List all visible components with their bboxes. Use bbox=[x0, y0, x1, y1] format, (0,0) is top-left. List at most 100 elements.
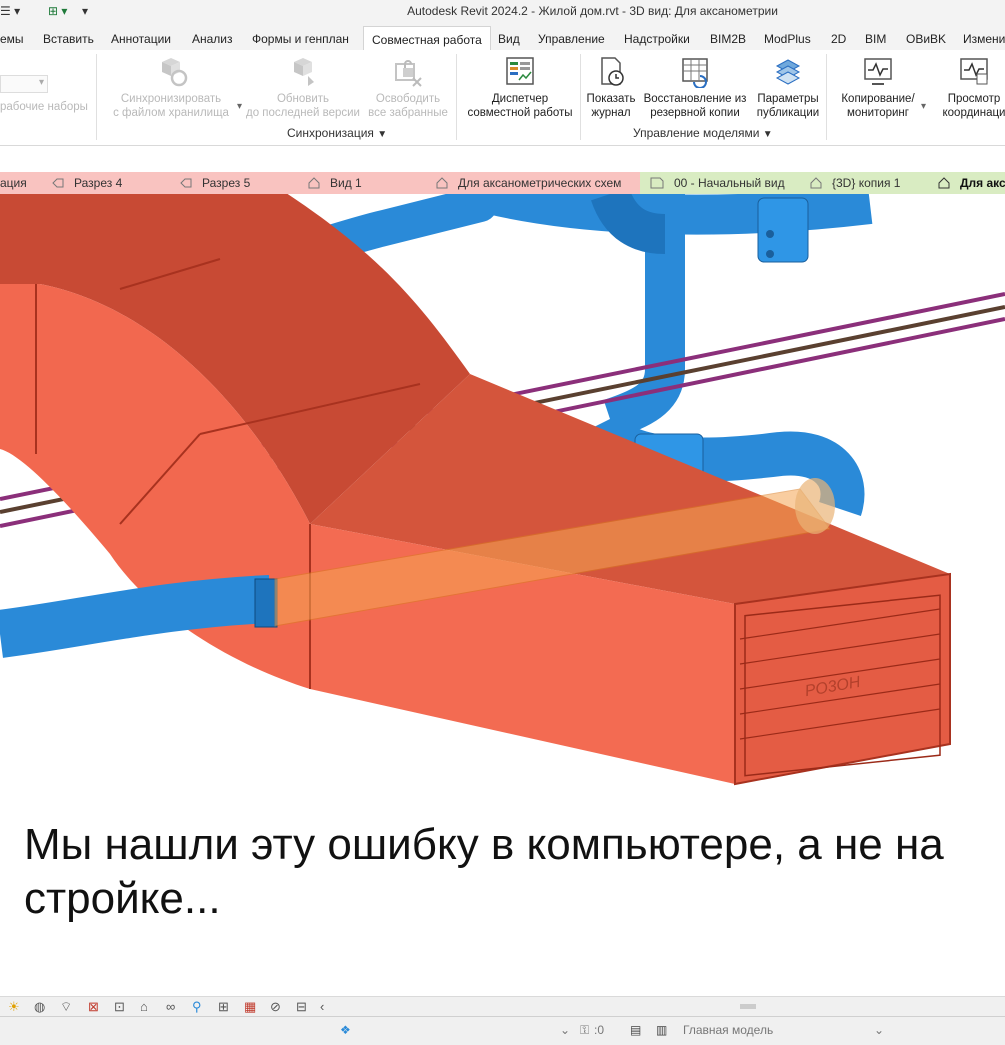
tab-insert[interactable]: Вставить bbox=[43, 32, 94, 46]
shadows-icon[interactable]: ◍ bbox=[34, 999, 45, 1015]
ribbon-panel: ▾ рабочие наборы Синхронизировать с файл… bbox=[0, 50, 1005, 146]
tab-manage[interactable]: Управление bbox=[538, 32, 605, 46]
grid-icon[interactable]: ▦ bbox=[244, 999, 256, 1015]
publish-settings-button[interactable]: Параметры публикации bbox=[752, 56, 824, 120]
lock-icon bbox=[391, 56, 425, 88]
constraints-icon[interactable]: ⊟ bbox=[296, 999, 307, 1015]
tab-view[interactable]: Вид bbox=[498, 32, 520, 46]
view-tab-label: ация bbox=[0, 176, 27, 190]
title-bar: ☰ ▾ ⊞ ▾ ▾ Autodesk Revit 2024.2 - Жилой … bbox=[0, 0, 1005, 26]
tab-annotate[interactable]: Аннотации bbox=[111, 32, 171, 46]
selection-count: :0 bbox=[594, 1023, 604, 1037]
coordination-review-button[interactable]: Просмотр координаци bbox=[934, 56, 1005, 120]
clamp-bolt bbox=[766, 250, 774, 258]
panel-divider bbox=[826, 54, 827, 140]
tab-massing-site[interactable]: Формы и генплан bbox=[252, 32, 349, 46]
chevron-down-icon[interactable]: ⌄ bbox=[560, 1023, 570, 1037]
scroll-left-icon[interactable]: ‹ bbox=[320, 999, 324, 1014]
sync-button-line2: с файлом хранилища bbox=[113, 107, 229, 119]
temp-hide-icon[interactable]: ⊡ bbox=[114, 999, 125, 1015]
tab-collaborate[interactable]: Совместная работа bbox=[363, 26, 491, 50]
table-icon[interactable]: ▤ bbox=[630, 1023, 641, 1037]
section-view-icon bbox=[52, 177, 64, 189]
panel-divider bbox=[96, 54, 97, 140]
tab-modplus[interactable]: ModPlus bbox=[764, 32, 811, 46]
restore-table-icon bbox=[678, 56, 712, 88]
chevron-down-icon[interactable]: ▾ bbox=[921, 100, 926, 114]
sheet-icon[interactable]: ▥ bbox=[656, 1023, 667, 1037]
sync-button-line1: Синхронизировать bbox=[121, 93, 221, 105]
view-tab-label: Разрез 5 bbox=[202, 176, 250, 190]
view-tab-partial[interactable]: ация bbox=[0, 172, 40, 194]
collab-manager-line2: совместной работы bbox=[468, 107, 573, 119]
glasses-icon[interactable]: ∞ bbox=[166, 999, 175, 1014]
3d-view-icon bbox=[938, 177, 950, 189]
view-tab-label: Вид 1 bbox=[330, 176, 362, 190]
view-tab-axonometric-schemes[interactable]: Для аксанометрических схем bbox=[436, 172, 636, 194]
sync-button[interactable]: Синхронизировать с файлом хранилища ▾ bbox=[104, 56, 238, 120]
copy-monitor-line1: Копирование/ bbox=[841, 93, 914, 105]
house-icon[interactable]: ⌂ bbox=[140, 999, 148, 1014]
tab-analyze[interactable]: Анализ bbox=[192, 32, 233, 46]
tab-bim2b[interactable]: BIM2B bbox=[710, 32, 746, 46]
3d-viewport[interactable]: PO3OH bbox=[0, 194, 1005, 799]
chevron-down-icon[interactable]: ⌄ bbox=[874, 1023, 884, 1037]
layers-cloud-icon bbox=[771, 56, 805, 88]
active-model-field[interactable]: Главная модель bbox=[683, 1023, 773, 1037]
journal-line2: журнал bbox=[591, 107, 630, 119]
restore-line1: Восстановление из bbox=[644, 93, 747, 105]
crop-icon[interactable]: ⌔ bbox=[60, 999, 72, 1015]
sheet-view-icon bbox=[650, 177, 664, 189]
view-tab-view-1[interactable]: Вид 1 bbox=[308, 172, 428, 194]
sync-panel-title: Синхронизация bbox=[287, 126, 374, 140]
tab-2d[interactable]: 2D bbox=[831, 32, 846, 46]
analysis-icon[interactable]: ⊘ bbox=[270, 999, 281, 1015]
view-tab-label: Для аксанометрических схем bbox=[458, 176, 621, 190]
window-title: Autodesk Revit 2024.2 - Жилой дом.rvt - … bbox=[0, 4, 1005, 18]
view-tab-label: Разрез 4 bbox=[74, 176, 122, 190]
view-tabs-bar: ация Разрез 4 Разрез 5 Вид 1 Для аксаном… bbox=[0, 172, 1005, 194]
clamp-bolt bbox=[766, 230, 774, 238]
copy-monitor-button[interactable]: Копирование/ мониторинг ▾ bbox=[832, 56, 924, 120]
reload-button-line1: Обновить bbox=[277, 93, 329, 105]
tab-modify[interactable]: Измени bbox=[963, 32, 1005, 46]
relinquish-all-button[interactable]: Освободить все забранные bbox=[368, 56, 448, 120]
reload-latest-button[interactable]: Обновить до последней версии bbox=[242, 56, 364, 120]
workset-dropdown[interactable]: ▾ bbox=[0, 75, 48, 93]
show-journal-button[interactable]: Показать журнал bbox=[584, 56, 638, 120]
pipe-clamp-upper bbox=[758, 198, 808, 262]
journal-line1: Показать bbox=[587, 93, 636, 105]
view-tab-label: 00 - Начальный вид bbox=[674, 176, 785, 190]
restore-backup-button[interactable]: Восстановление из резервной копии bbox=[640, 56, 750, 120]
chevron-down-icon: ▾ bbox=[39, 77, 44, 88]
sync-panel-label[interactable]: Синхронизация ▼ bbox=[287, 126, 387, 140]
collab-manager-line1: Диспетчер bbox=[492, 93, 548, 105]
ribbon-tab-bar: емы Вставить Аннотации Анализ Формы и ге… bbox=[0, 26, 1005, 50]
models-panel-title: Управление моделями bbox=[633, 126, 759, 140]
reveal-icon[interactable]: ⊞ bbox=[218, 999, 229, 1015]
tab-addins[interactable]: Надстройки bbox=[624, 32, 690, 46]
tab-bim[interactable]: BIM bbox=[865, 32, 886, 46]
sun-icon[interactable]: ☀ bbox=[8, 999, 20, 1015]
view-tab-start-view[interactable]: 00 - Начальный вид bbox=[650, 172, 800, 194]
view-tab-3d-copy[interactable]: {3D} копия 1 bbox=[810, 172, 930, 194]
restore-line2: резервной копии bbox=[650, 107, 740, 119]
view-tab-section-5[interactable]: Разрез 5 bbox=[180, 172, 300, 194]
tab-ovivk[interactable]: OBиBK bbox=[906, 32, 946, 46]
models-panel-label[interactable]: Управление моделями ▼ bbox=[633, 126, 773, 140]
scrollbar-thumb[interactable] bbox=[740, 1004, 756, 1009]
reload-button-line2: до последней версии bbox=[246, 107, 360, 119]
crop-region-icon[interactable]: ⊠ bbox=[88, 999, 99, 1015]
view-tab-active[interactable]: Для акс bbox=[938, 172, 1005, 194]
worksets-label[interactable]: рабочие наборы bbox=[0, 100, 88, 114]
worksets-icon[interactable]: ❖ bbox=[340, 1023, 351, 1037]
caption-text: Мы нашли эту ошибку в компьютере, а не н… bbox=[24, 818, 984, 926]
pin-icon[interactable]: ⚲ bbox=[192, 999, 202, 1015]
tab-systems[interactable]: емы bbox=[0, 32, 24, 46]
collab-manager-button[interactable]: Диспетчер совместной работы bbox=[462, 56, 578, 120]
3d-view-icon bbox=[308, 177, 320, 189]
coord-line1: Просмотр bbox=[948, 93, 1001, 105]
coord-line2: координаци bbox=[943, 107, 1005, 119]
count-icon: ⚿ bbox=[580, 1023, 589, 1038]
view-tab-section-4[interactable]: Разрез 4 bbox=[52, 172, 172, 194]
